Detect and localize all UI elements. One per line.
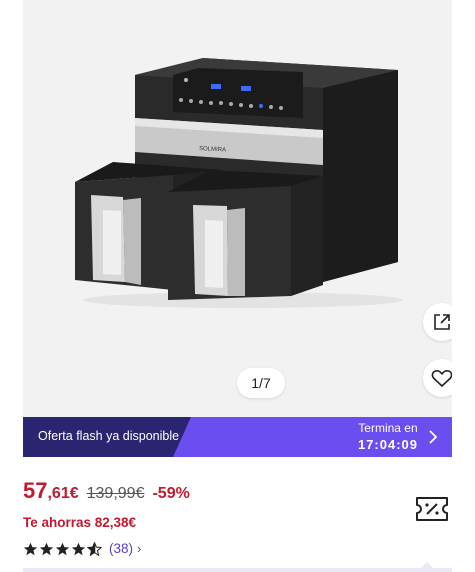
star-icon	[71, 542, 86, 555]
star-icon	[39, 542, 54, 555]
heart-icon	[431, 370, 452, 387]
price-block: 57 ,61€ 139,99€ -59%	[23, 478, 190, 504]
flash-offer-label: Oferta flash ya disponible	[38, 429, 180, 443]
image-counter: 1/7	[237, 368, 285, 398]
coupon-icon	[416, 497, 448, 521]
original-price: 139,99€	[86, 485, 145, 502]
product-image[interactable]: SOLMIRA	[23, 0, 452, 417]
half-star-icon	[87, 541, 102, 556]
savings-text: Te ahorras 82,38€	[23, 515, 137, 530]
rating-summary[interactable]: (38) ›	[23, 541, 141, 556]
section-divider	[23, 568, 452, 572]
price-decimal: ,61€	[47, 485, 79, 502]
external-share-icon	[434, 314, 450, 330]
chevron-right-icon: ›	[137, 541, 142, 556]
star-icon	[23, 542, 38, 555]
star-rating	[23, 541, 103, 556]
product-gallery[interactable]: SOLMIRA 1/7	[23, 0, 452, 417]
countdown-time: 17:04:09	[357, 437, 418, 452]
star-icon	[55, 542, 70, 555]
review-count-link[interactable]: (38)	[109, 541, 133, 556]
coupon-button[interactable]	[415, 494, 449, 529]
countdown: Termina en 17:04:09	[358, 421, 418, 453]
flash-sale-banner[interactable]: Oferta flash ya disponible Termina en 17…	[23, 417, 452, 457]
countdown-label: Termina en	[358, 421, 418, 435]
chevron-right-icon	[429, 430, 438, 444]
discount-badge: -59%	[152, 485, 190, 502]
price-integer: 57	[23, 478, 48, 503]
